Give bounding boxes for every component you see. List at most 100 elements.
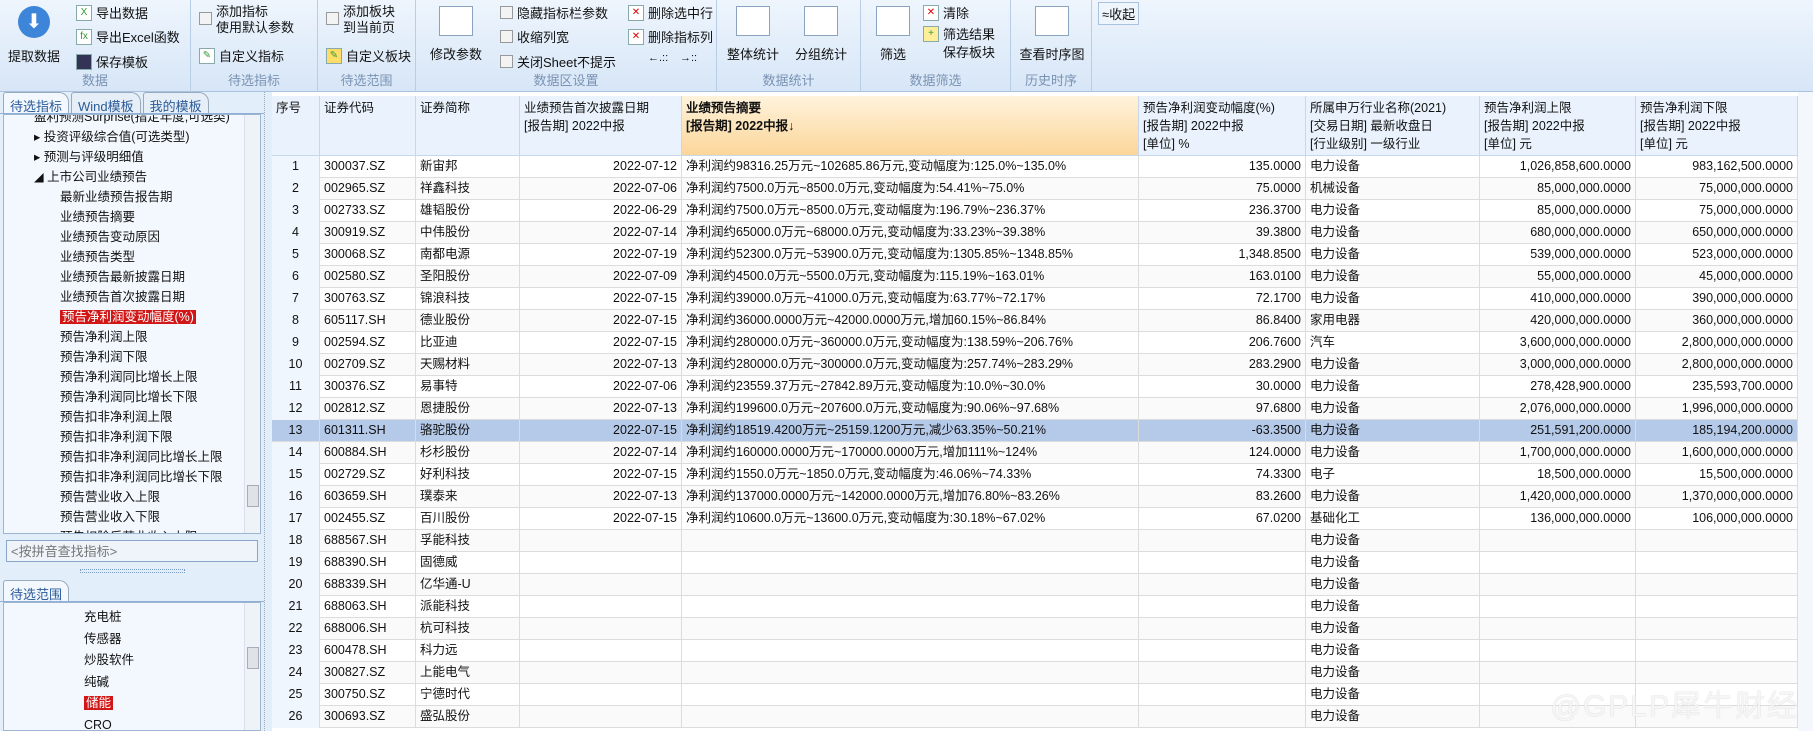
panel-splitter[interactable] — [264, 92, 272, 731]
tree-item[interactable]: 预告净利润同比增长上限 — [4, 367, 260, 387]
tree-item[interactable]: 预告营业收入上限 — [4, 487, 260, 507]
table-row[interactable]: 11 300376.SZ 易事特 2022-07-06 净利润约23559.37万元~2… — [272, 376, 1798, 398]
table-row[interactable]: 7 300763.SZ 锦浪科技 2022-07-15 净利润约39000.0万元~41… — [272, 288, 1798, 310]
range-tree-item[interactable]: 储能 — [84, 693, 260, 715]
column-header[interactable]: 预告净利润变动幅度(%) [报告期] 2022中报 [单位] % — [1139, 96, 1306, 156]
tree-item[interactable]: 预告扣非净利润同比增长下限 — [4, 467, 260, 487]
move-right-button[interactable]: →:: — [680, 52, 697, 64]
custom-block-button[interactable]: ✎ 自定义板块 — [326, 46, 411, 65]
tree-item[interactable]: 预告扣除后营业收入上限 — [4, 527, 260, 533]
table-row[interactable]: 13 601311.SH 骆驼股份 2022-07-15 净利润约18519.4200万… — [272, 420, 1798, 442]
group-stats-button[interactable]: 分组统计 — [789, 6, 853, 63]
hide-bar-checkbox[interactable]: 隐藏指标栏参数 — [500, 3, 608, 22]
delete-row-button[interactable]: ✕ 删除选中行 — [628, 3, 713, 22]
export-data-button[interactable]: X 导出数据 — [76, 3, 148, 22]
tab-wind-templates[interactable]: Wind模板 — [71, 92, 141, 114]
tree-item[interactable]: ◢ 上市公司业绩预告 — [4, 167, 260, 187]
table-row[interactable]: 8 605117.SH 德业股份 2022-07-15 净利润约36000.0000万元… — [272, 310, 1798, 332]
table-row[interactable]: 2 002965.SZ 祥鑫科技 2022-07-06 净利润约7500.0万元~850… — [272, 178, 1798, 200]
tree-item[interactable]: 预告扣非净利润同比增长上限 — [4, 447, 260, 467]
close-sheet-checkbox[interactable]: 关闭Sheet不提示 — [500, 52, 616, 71]
tree-item[interactable]: 盈利预测Surprise(指定年度,可选类) — [4, 115, 260, 127]
table-row[interactable]: 17 002455.SZ 百川股份 2022-07-15 净利润约10600.0万元~1… — [272, 508, 1798, 530]
splitter-handle[interactable] — [80, 569, 185, 573]
checkbox[interactable] — [500, 55, 513, 68]
table-row[interactable]: 4 300919.SZ 中伟股份 2022-07-14 净利润约65000.0万元~68… — [272, 222, 1798, 244]
collapse-ribbon-button[interactable]: ≈收起 — [1098, 2, 1140, 25]
scrollbar[interactable] — [244, 115, 260, 533]
move-left-button[interactable]: ←.:: — [648, 52, 668, 64]
custom-indicator-button[interactable]: ✎ 自定义指标 — [199, 46, 284, 65]
checkbox[interactable] — [326, 12, 339, 25]
table-row[interactable]: 21 688063.SH 派能科技 电力设备 — [272, 596, 1798, 618]
export-excel-func-button[interactable]: fx 导出Excel函数 — [76, 27, 180, 46]
add-indicator-default-checkbox[interactable]: 添加指标 使用默认参数 — [199, 4, 294, 36]
tab-my-templates[interactable]: 我的模板 — [142, 92, 209, 114]
column-header[interactable]: 证券简称 — [416, 96, 520, 156]
tab-candidate-indicators[interactable]: 待选指标 — [3, 92, 70, 114]
tree-item[interactable]: 预告扣非净利润下限 — [4, 427, 260, 447]
data-grid[interactable]: 序号 证券代码 证券简称 业绩预告首次披露日期 [报告期] 2022中报 业绩预告摘要 … — [272, 92, 1813, 731]
table-row[interactable]: 23 600478.SH 科力远 电力设备 — [272, 640, 1798, 662]
table-row[interactable]: 9 002594.SZ 比亚迪 2022-07-15 净利润约280000.0万元~36… — [272, 332, 1798, 354]
table-row[interactable]: 19 688390.SH 固德威 电力设备 — [272, 552, 1798, 574]
tree-item[interactable]: 预告扣非净利润上限 — [4, 407, 260, 427]
table-row[interactable]: 5 300068.SZ 南都电源 2022-07-19 净利润约52300.0万元~53… — [272, 244, 1798, 266]
save-template-button[interactable]: 保存模板 — [76, 52, 148, 71]
range-tree-item[interactable]: 炒股软件 — [84, 650, 260, 672]
tree-item[interactable]: ▸ 预测与评级明细值 — [4, 147, 260, 167]
tree-item[interactable]: 预告营业收入下限 — [4, 507, 260, 527]
table-row[interactable]: 15 002729.SZ 好利科技 2022-07-15 净利润约1550.0万元~18… — [272, 464, 1798, 486]
table-row[interactable]: 12 002812.SZ 恩捷股份 2022-07-13 净利润约199600.0万元~… — [272, 398, 1798, 420]
table-row[interactable]: 1 300037.SZ 新宙邦 2022-07-12 净利润约98316.25万元~10… — [272, 156, 1798, 178]
table-row[interactable]: 22 688006.SH 杭可科技 电力设备 — [272, 618, 1798, 640]
tree-item[interactable]: 业绩预告摘要 — [4, 207, 260, 227]
column-header[interactable]: 序号 — [272, 96, 320, 156]
table-row[interactable]: 3 002733.SZ 雄韬股份 2022-06-29 净利润约7500.0万元~850… — [272, 200, 1798, 222]
column-header[interactable]: 证券代码 — [320, 96, 416, 156]
shrink-cols-checkbox[interactable]: 收缩列宽 — [500, 27, 569, 46]
range-tree-item[interactable]: 纯碱 — [84, 672, 260, 694]
range-tree-item[interactable]: 充电桩 — [84, 607, 260, 629]
tree-item[interactable]: 业绩预告首次披露日期 — [4, 287, 260, 307]
tree-item[interactable]: 最新业绩预告报告期 — [4, 187, 260, 207]
fetch-data-button[interactable]: ⬇ 提取数据 — [4, 6, 64, 65]
range-tree-item[interactable]: 传感器 — [84, 629, 260, 651]
tree-item[interactable]: 预告净利润变动幅度(%) — [4, 307, 260, 327]
column-header[interactable]: 所属申万行业名称(2021) [交易日期] 最新收盘日 [行业级别] 一级行业 — [1306, 96, 1480, 156]
tree-item[interactable]: 预告净利润上限 — [4, 327, 260, 347]
scrollbar-thumb[interactable] — [247, 647, 259, 669]
pinyin-search-input[interactable] — [6, 540, 258, 562]
column-header[interactable]: 业绩预告首次披露日期 [报告期] 2022中报 — [520, 96, 682, 156]
table-row[interactable]: 6 002580.SZ 圣阳股份 2022-07-09 净利润约4500.0万元~550… — [272, 266, 1798, 288]
tree-item[interactable]: 业绩预告变动原因 — [4, 227, 260, 247]
checkbox[interactable] — [500, 6, 513, 19]
scrollbar[interactable] — [244, 603, 260, 730]
column-header[interactable]: 业绩预告摘要 [报告期] 2022中报↓ — [682, 96, 1139, 156]
table-row[interactable]: 14 600884.SH 杉杉股份 2022-07-14 净利润约160000.0000… — [272, 442, 1798, 464]
add-block-checkbox[interactable]: 添加板块 到当前页 — [326, 4, 395, 36]
delete-col-button[interactable]: ✕ 删除指标列 — [628, 27, 713, 46]
tree-item[interactable]: ▸ 投资评级综合值(可选类型) — [4, 127, 260, 147]
checkbox[interactable] — [500, 30, 513, 43]
scrollbar-thumb[interactable] — [247, 485, 259, 507]
table-row[interactable]: 16 603659.SH 璞泰来 2022-07-13 净利润约137000.0000万… — [272, 486, 1798, 508]
indicator-tree[interactable]: 盈利预测Surprise(指定年度,可选类) ▸ 投资评级综合值(可选类型) ▸ 预… — [3, 114, 261, 534]
tree-item[interactable]: 业绩预告类型 — [4, 247, 260, 267]
column-header[interactable]: 预告净利润下限 [报告期] 2022中报 [单位] 元 — [1636, 96, 1798, 156]
filter-button[interactable]: 筛选 — [865, 6, 921, 63]
range-tree-item[interactable]: CRO — [84, 715, 260, 731]
save-filter-block-button[interactable]: + 筛选结果 保存板块 — [923, 26, 995, 62]
table-row[interactable]: 10 002709.SZ 天赐材料 2022-07-13 净利润约280000.0万元~… — [272, 354, 1798, 376]
tree-item[interactable]: 业绩预告最新披露日期 — [4, 267, 260, 287]
tree-item[interactable]: 预告净利润下限 — [4, 347, 260, 367]
overall-stats-button[interactable]: 整体统计 — [721, 6, 785, 63]
table-row[interactable]: 18 688567.SH 孚能科技 电力设备 — [272, 530, 1798, 552]
clear-filter-button[interactable]: ✕ 清除 — [923, 3, 969, 22]
tree-item[interactable]: 预告净利润同比增长下限 — [4, 387, 260, 407]
column-header[interactable]: 预告净利润上限 [报告期] 2022中报 [单位] 元 — [1480, 96, 1636, 156]
range-tree[interactable]: 充电桩 传感器 炒股软件 纯碱 储能 CRO — [3, 602, 261, 731]
tab-candidate-range[interactable]: 待选范围 — [3, 580, 70, 602]
modify-params-button[interactable]: 修改参数 — [424, 6, 488, 63]
table-row[interactable]: 20 688339.SH 亿华通-U 电力设备 — [272, 574, 1798, 596]
